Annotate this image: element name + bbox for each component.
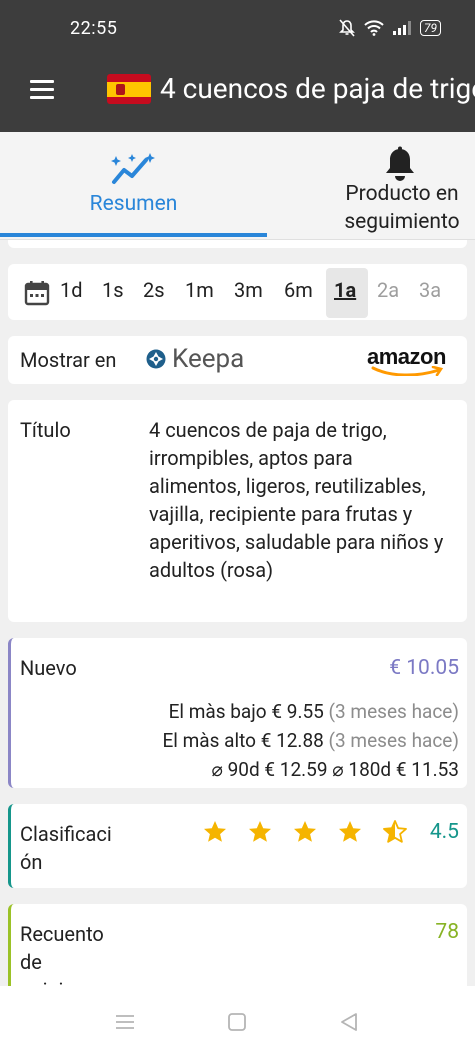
tab-resumen[interactable]: Resumen: [0, 132, 267, 240]
tab-indicator: [0, 233, 267, 237]
lowest-price-row: El màs bajo € 9.55 (3 meses hace): [168, 700, 459, 723]
app-bar: 4 cuencos de paja de trigo: [0, 56, 475, 132]
show-in-label: Mostrar en: [20, 348, 117, 372]
page-title: 4 cuencos de paja de trigo: [160, 72, 475, 105]
spain-flag-icon: [107, 74, 151, 104]
recents-button[interactable]: [115, 1014, 135, 1030]
range-1a[interactable]: 1a: [334, 278, 356, 302]
rating-stars: [203, 820, 407, 844]
reviews-count: 78: [435, 920, 459, 944]
range-3a[interactable]: 3a: [419, 278, 441, 302]
star-icon: [294, 821, 316, 842]
summary-content[interactable]: 1d 1s 2s 1m 3m 6m 1a 2a 3a Mostrar en Ke…: [0, 240, 475, 986]
bell-icon: [386, 146, 414, 181]
mute-bell-icon: [338, 19, 355, 37]
status-icons: 79: [338, 19, 441, 37]
back-button[interactable]: [340, 1012, 358, 1032]
product-title: 4 cuencos de paja de trigo, irrompibles,…: [149, 418, 444, 582]
range-1m[interactable]: 1m: [185, 278, 214, 302]
rating-card: Clasificaci ón 4.5: [8, 804, 467, 888]
rating-value: 4.5: [429, 820, 459, 844]
avg-180d-price: € 11.53: [395, 758, 459, 781]
clock: 22:55: [70, 18, 118, 39]
tab-producto-label: Producto en seguimiento: [344, 182, 460, 234]
highest-price-row: El màs alto € 12.88 (3 meses hace): [162, 729, 459, 752]
title-label: Título: [20, 418, 71, 442]
amazon-link[interactable]: amazon: [367, 344, 457, 376]
average-price-row: ⌀ 90d € 12.59 ⌀ 180d € 11.53: [211, 758, 459, 781]
range-1s[interactable]: 1s: [102, 278, 124, 302]
reviews-label: Recuento de opiniones: [20, 922, 107, 986]
star-icon: [339, 821, 361, 842]
range-3m[interactable]: 3m: [234, 278, 263, 302]
calendar-icon[interactable]: [24, 280, 50, 306]
title-row: Título 4 cuencos de paja de trigo, irrom…: [8, 400, 467, 622]
sparkle-chart-icon: [111, 153, 155, 184]
battery-icon: 79: [419, 20, 441, 36]
signal-icon: [392, 21, 411, 35]
avg-90d-price: € 12.59: [264, 758, 328, 781]
tab-producto-en-seguimiento[interactable]: Producto en seguimiento: [267, 132, 475, 240]
highest-price-when: (3 meses hace): [328, 729, 459, 752]
current-price: € 10.05: [389, 656, 459, 680]
price-new-card: Nuevo € 10.05 El màs bajo € 9.55 (3 mese…: [8, 638, 467, 788]
lowest-price: € 9.55: [271, 700, 324, 723]
range-1d[interactable]: 1d: [60, 278, 83, 302]
menu-icon[interactable]: [30, 80, 54, 100]
range-2s[interactable]: 2s: [143, 278, 165, 302]
amazon-logo-text: amazon: [367, 344, 446, 369]
highest-price: € 12.88: [260, 729, 324, 752]
status-bar: 22:55 79: [0, 0, 475, 56]
range-6m[interactable]: 6m: [284, 278, 313, 302]
wifi-icon: [364, 20, 384, 36]
tab-bar: Resumen Producto en seguimiento: [0, 132, 475, 240]
rating-label: Clasificaci ón: [20, 822, 112, 874]
range-2a[interactable]: 2a: [377, 278, 399, 302]
keepa-label: Keepa: [172, 344, 245, 374]
reviews-card: Recuento de opiniones 78: [8, 904, 467, 986]
half-star-icon: [383, 820, 407, 843]
system-nav-bar: [0, 986, 475, 1056]
show-in-row: Mostrar en Keepa amazon: [8, 336, 467, 384]
tab-resumen-label: Resumen: [89, 192, 178, 216]
star-icon: [204, 821, 226, 842]
star-icon: [249, 821, 271, 842]
price-type-label: Nuevo: [20, 656, 77, 680]
card-edge: [8, 240, 467, 248]
range-selector: 1d 1s 2s 1m 3m 6m 1a 2a 3a: [8, 264, 467, 320]
keepa-logo-icon: [146, 349, 166, 369]
keepa-link[interactable]: Keepa: [146, 344, 244, 374]
home-button[interactable]: [228, 1013, 246, 1031]
lowest-price-when: (3 meses hace): [328, 700, 459, 723]
